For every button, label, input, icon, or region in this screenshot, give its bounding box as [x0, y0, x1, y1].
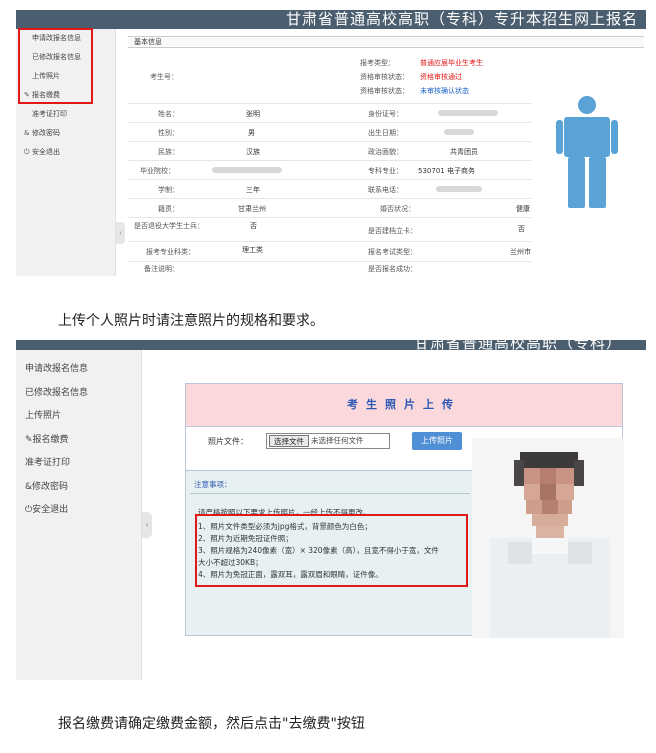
choose-file-button[interactable]: 选择文件: [269, 435, 309, 447]
field-label: 报名考试类型：: [368, 248, 417, 256]
field-label: 资格审核状态：: [360, 87, 409, 95]
field-label: 性别：: [158, 129, 179, 137]
field-label: 姓名：: [158, 110, 179, 118]
sidebar-item-change-password[interactable]: &修改密码: [16, 124, 115, 143]
field-value: 甘肃兰州: [238, 205, 266, 213]
field-label: 报考专业科类：: [146, 248, 195, 256]
field-label: 是否报名成功：: [368, 265, 417, 273]
sidebar-item-modified-info[interactable]: 已修改报名信息: [16, 382, 141, 406]
field-label: 是否退役大学生士兵：: [134, 222, 204, 230]
field-value: 健康: [516, 205, 530, 213]
upload-title: 考生照片上传: [186, 384, 622, 426]
divider: [190, 493, 470, 494]
field-label: 专科专业：: [368, 167, 403, 175]
field-value: 普通应届毕业生考生: [420, 59, 483, 67]
field-label: 毕业院校：: [140, 167, 175, 175]
sidebar-item-apply-info[interactable]: 申请改报名信息: [16, 358, 141, 382]
sidebar-item-logout[interactable]: ⏻安全退出: [16, 499, 141, 523]
table-row: 民族： 汉族 政治面貌： 共青团员: [128, 142, 532, 161]
photo-placeholder-icon: [556, 96, 618, 208]
pixelated-face-image: [472, 438, 624, 638]
field-label: 政治面貌：: [368, 148, 403, 156]
screenshot-panel-basic-info: 甘肃省普通高校高职（专科）专升本招生网上报名 申请改报名信息 已修改报名信息 上…: [16, 0, 646, 276]
table-row: 报考专业科类： 理工类 报名考试类型： 兰州市: [128, 242, 532, 262]
field-value: 理工类: [242, 246, 263, 254]
table-row: 性别： 男 出生日期：: [128, 123, 532, 142]
field-value: 兰州市: [510, 248, 531, 256]
field-value: 汉族: [246, 148, 260, 156]
instruction-caption: 报名缴费请确定缴费金额，然后点击"去缴费"按钮: [58, 716, 365, 732]
field-label: 身份证号：: [368, 110, 403, 118]
table-title: 基本信息: [128, 36, 644, 48]
sidebar-item-label: 准考证打印: [32, 110, 67, 118]
site-title: 甘肃省普通高校高职（专科）专升本招生网上报名: [285, 10, 638, 28]
table-row: 是否退役大学生士兵： 否 是否建档立卡： 否: [128, 218, 532, 242]
upload-photo-button[interactable]: 上传照片: [412, 432, 462, 450]
sidebar-collapse-toggle[interactable]: ‹: [116, 222, 125, 244]
field-value: 否: [250, 222, 257, 230]
power-icon: ⏻: [24, 148, 30, 156]
sidebar-item-print-admission[interactable]: 准考证打印: [16, 452, 141, 476]
field-label: 是否建档立卡：: [368, 227, 417, 235]
field-value: 530701 电子商务: [418, 167, 475, 175]
sidebar-collapse-toggle[interactable]: ‹: [142, 512, 152, 538]
field-label: 报考类型：: [360, 59, 395, 67]
field-value: 共青团员: [450, 148, 478, 156]
site-header: 甘肃省普通高校高职（专科）专升本招生网上报名: [16, 10, 646, 29]
field-label: 备注说明：: [144, 265, 179, 273]
field-label: 考生号：: [150, 73, 178, 81]
field-label: 婚否状况：: [380, 205, 415, 213]
redacted-value: [438, 110, 498, 116]
sidebar: 申请改报名信息 已修改报名信息 上传照片 ✎报名缴费 准考证打印 &修改密码 ⏻…: [16, 350, 142, 680]
site-header: 甘肃省普通高校高职（专科）: [16, 340, 646, 350]
sidebar-item-logout[interactable]: ⏻安全退出: [16, 143, 115, 162]
field-value: 否: [518, 225, 525, 233]
field-label: 出生日期：: [368, 129, 403, 137]
field-label: 民族：: [158, 148, 179, 156]
redacted-value: [436, 186, 482, 192]
table-row: 考生号： 报考类型： 普通应届毕业生考生 资格审核状态： 资格审核通过 资格审核…: [128, 50, 532, 104]
field-label: 资格审核状态：: [360, 73, 409, 81]
table-row: 毕业院校： 专科专业： 530701 电子商务: [128, 161, 532, 180]
file-input[interactable]: 选择文件 未选择任何文件: [266, 433, 390, 449]
field-value: 资格审核通过: [420, 73, 462, 81]
redacted-value: [444, 129, 474, 135]
no-file-text: 未选择任何文件: [311, 436, 364, 445]
field-value: 男: [248, 129, 255, 137]
redacted-value: [212, 167, 282, 173]
table-row: 姓名： 张明 身份证号：: [128, 104, 532, 123]
field-value: 张明: [246, 110, 260, 118]
highlight-box: [195, 514, 468, 587]
sidebar-item-upload-photo[interactable]: 上传照片: [16, 405, 141, 429]
file-label: 照片文件：: [208, 437, 248, 446]
instruction-caption: 上传个人照片时请注意照片的规格和要求。: [58, 313, 324, 329]
field-label: 学制：: [158, 186, 179, 194]
field-label: 联系电话：: [368, 186, 403, 194]
table-row: 籍贯： 甘肃兰州 婚否状况： 健康: [128, 199, 532, 218]
info-table: 基本信息 考生号： 报考类型： 普通应届毕业生考生 资格审核状态： 资格审核通过…: [128, 36, 644, 274]
example-photo: [472, 438, 624, 638]
field-value: 三年: [246, 186, 260, 194]
screenshot-panel-photo-upload: 甘肃省普通高校高职（专科） 申请改报名信息 已修改报名信息 上传照片 ✎报名缴费…: [16, 340, 646, 680]
table-row: 备注说明： 是否报名成功：: [128, 262, 532, 274]
sidebar-item-change-password[interactable]: &修改密码: [16, 476, 141, 500]
table-row: 学制： 三年 联系电话：: [128, 180, 532, 199]
sidebar-item-label: 修改密码: [32, 129, 60, 137]
sidebar-item-label: 安全退出: [32, 148, 60, 156]
site-title: 甘肃省普通高校高职（专科）: [413, 340, 622, 350]
sidebar-item-print-admission[interactable]: 准考证打印: [16, 105, 115, 124]
sidebar-item-pay-fee[interactable]: ✎报名缴费: [16, 429, 141, 453]
field-label: 籍贯：: [158, 205, 179, 213]
key-icon: &: [24, 129, 30, 137]
notes-heading: 注意事项：: [194, 480, 232, 489]
info-grid: 考生号： 报考类型： 普通应届毕业生考生 资格审核状态： 资格审核通过 资格审核…: [128, 50, 532, 274]
highlight-box: [18, 28, 93, 104]
field-value: 未审核确认状态: [420, 87, 469, 95]
